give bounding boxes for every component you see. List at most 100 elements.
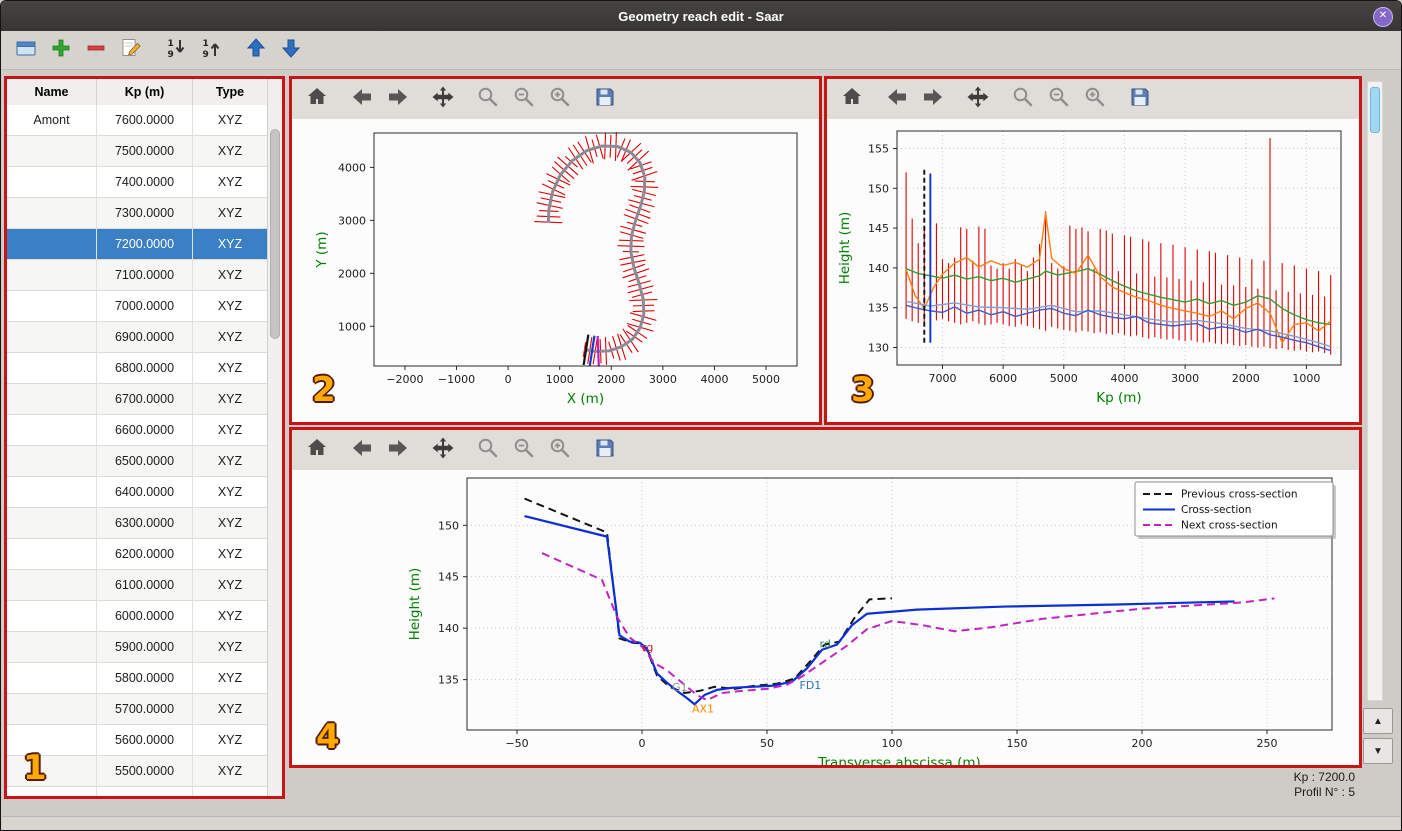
- table-cell: 7500.0000: [97, 136, 193, 166]
- back-button[interactable]: [882, 84, 912, 114]
- table-row[interactable]: 6800.0000 XYZ: [7, 353, 268, 384]
- configure-subplots-button[interactable]: [1044, 84, 1074, 114]
- table-row[interactable]: 5800.0000 XYZ: [7, 663, 268, 694]
- pan-icon: [431, 436, 455, 465]
- table-cell: 7000.0000: [97, 291, 193, 321]
- column-header-type[interactable]: Type: [193, 79, 268, 105]
- back-button[interactable]: [347, 84, 377, 114]
- table-row[interactable]: 5900.0000 XYZ: [7, 632, 268, 663]
- svg-text:7000: 7000: [928, 372, 956, 385]
- table-cell: XYZ: [193, 632, 268, 662]
- svg-text:AX1: AX1: [692, 703, 714, 716]
- table-row[interactable]: 5700.0000 XYZ: [7, 694, 268, 725]
- column-header-kp[interactable]: Kp (m): [97, 79, 193, 105]
- table-row[interactable]: Amont 7600.0000 XYZ: [7, 105, 268, 136]
- profile-down-button[interactable]: ▼: [1363, 738, 1393, 764]
- sort-ascending-button[interactable]: 19: [198, 37, 224, 63]
- home-button[interactable]: [302, 84, 332, 114]
- svg-text:rd: rd: [820, 638, 831, 651]
- sort-ascending-icon: 19: [200, 37, 222, 64]
- window-scrollbar[interactable]: [1367, 81, 1383, 701]
- svg-text:Previous cross-section: Previous cross-section: [1181, 489, 1298, 501]
- table-row[interactable]: 6500.0000 XYZ: [7, 446, 268, 477]
- close-button[interactable]: ✕: [1373, 7, 1393, 27]
- edit-button[interactable]: [118, 37, 144, 63]
- table-cell: [7, 384, 97, 414]
- table-row[interactable]: 5600.0000 XYZ: [7, 725, 268, 756]
- svg-text:9: 9: [168, 50, 174, 59]
- table-row[interactable]: 6300.0000 XYZ: [7, 508, 268, 539]
- sort-descending-icon: 19: [165, 37, 187, 64]
- longitudinal-plot-canvas[interactable]: 7000 6000 5000 4000 3000 2000 1000 130 135 140 145…: [827, 119, 1359, 422]
- profile-up-button[interactable]: ▲: [1363, 708, 1393, 734]
- forward-button[interactable]: [383, 84, 413, 114]
- sort-descending-button[interactable]: 19: [163, 37, 189, 63]
- pan-button[interactable]: [963, 84, 993, 114]
- forward-icon: [921, 85, 945, 114]
- save-button[interactable]: [590, 435, 620, 465]
- svg-text:5000: 5000: [752, 373, 780, 386]
- svg-text:−50: −50: [505, 737, 528, 750]
- zoom-button[interactable]: [473, 435, 503, 465]
- move-up-button[interactable]: [243, 37, 269, 63]
- move-down-button[interactable]: [278, 37, 304, 63]
- svg-text:1000: 1000: [546, 373, 574, 386]
- table-cell: [7, 415, 97, 445]
- column-header-name[interactable]: Name: [7, 79, 97, 105]
- save-button[interactable]: [1125, 84, 1155, 114]
- table-row[interactable]: 6100.0000 XYZ: [7, 570, 268, 601]
- table-row[interactable]: 6600.0000 XYZ: [7, 415, 268, 446]
- zoom-button[interactable]: [473, 84, 503, 114]
- configure-subplots-button[interactable]: [509, 84, 539, 114]
- save-button[interactable]: [590, 84, 620, 114]
- table-row[interactable]: 7300.0000 XYZ: [7, 198, 268, 229]
- forward-button[interactable]: [383, 435, 413, 465]
- table-cell: 5900.0000: [97, 632, 193, 662]
- home-button[interactable]: [837, 84, 867, 114]
- plan-plot-canvas[interactable]: −2000 −1000 0 1000 2000 3000 4000 5000 1000 2000 3…: [292, 119, 819, 422]
- edit-axes-icon: [1083, 85, 1107, 114]
- table-scrollbar[interactable]: [267, 105, 282, 796]
- save-icon: [593, 85, 617, 114]
- svg-text:G1: G1: [672, 681, 688, 694]
- table-row[interactable]: 6700.0000 XYZ: [7, 384, 268, 415]
- table-row[interactable]: 7100.0000 XYZ: [7, 260, 268, 291]
- table-cell: XYZ: [193, 229, 268, 259]
- forward-button[interactable]: [918, 84, 948, 114]
- svg-text:6000: 6000: [989, 372, 1017, 385]
- table-row[interactable]: 6000.0000 XYZ: [7, 601, 268, 632]
- table-row[interactable]: 7000.0000 XYZ: [7, 291, 268, 322]
- home-button[interactable]: [302, 435, 332, 465]
- zoom-button[interactable]: [1008, 84, 1038, 114]
- back-button[interactable]: [347, 435, 377, 465]
- table-scrollbar-thumb[interactable]: [270, 129, 280, 339]
- table-row[interactable]: 6400.0000 XYZ: [7, 477, 268, 508]
- pan-button[interactable]: [428, 84, 458, 114]
- table-row[interactable]: 7400.0000 XYZ: [7, 167, 268, 198]
- table-row[interactable]: 7500.0000 XYZ: [7, 136, 268, 167]
- table-row[interactable]: 6900.0000 XYZ: [7, 322, 268, 353]
- edit-axes-button[interactable]: [545, 435, 575, 465]
- table-cell: 6200.0000: [97, 539, 193, 569]
- main-toolbar: 1919: [1, 31, 1401, 70]
- plot-toolbar: [827, 79, 1359, 120]
- window-scrollbar-thumb[interactable]: [1370, 87, 1380, 133]
- table-cell: 6600.0000: [97, 415, 193, 445]
- table-row[interactable]: 6200.0000 XYZ: [7, 539, 268, 570]
- configure-subplots-button[interactable]: [509, 435, 539, 465]
- table-row[interactable]: 5500.0000 XYZ: [7, 756, 268, 787]
- cross-section-plot-canvas[interactable]: rg G1 AX1 rd FD1 −50 0 50 100 150 200 250 135 140 145 1…: [292, 470, 1359, 765]
- edit-axes-icon: [548, 436, 572, 465]
- table-cell: [7, 260, 97, 290]
- edit-axes-button[interactable]: [545, 84, 575, 114]
- pan-button[interactable]: [428, 435, 458, 465]
- add-button[interactable]: [48, 37, 74, 63]
- table-row[interactable]: 5400.0000XYZ: [7, 787, 268, 796]
- edit-axes-button[interactable]: [1080, 84, 1110, 114]
- table-cell: [7, 632, 97, 662]
- table-cell: XYZ: [193, 570, 268, 600]
- table-row[interactable]: 7200.0000 XYZ: [7, 229, 268, 260]
- open-button[interactable]: [13, 37, 39, 63]
- remove-button[interactable]: [83, 37, 109, 63]
- longitudinal-panel: 7000 6000 5000 4000 3000 2000 1000 130 135 140 145…: [824, 76, 1362, 425]
